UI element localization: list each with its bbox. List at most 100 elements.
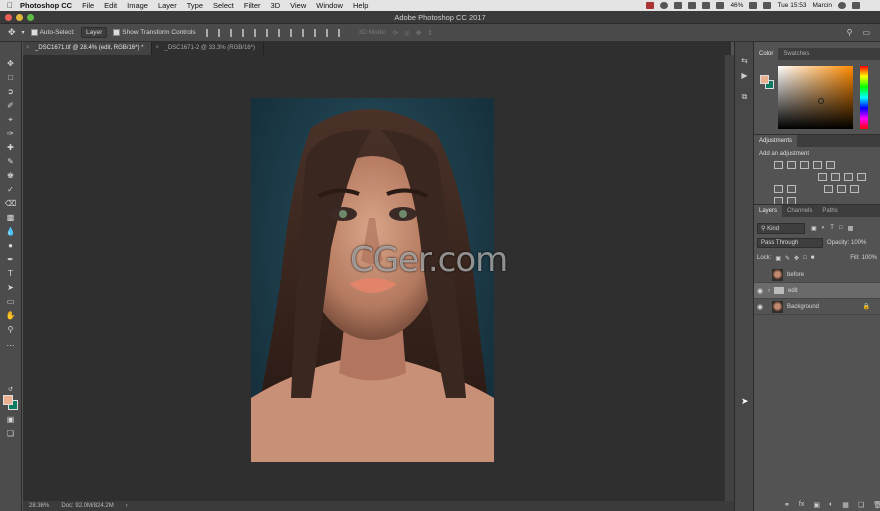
volume-icon[interactable] [716, 2, 725, 9]
path-selection-tool-icon[interactable]: ➤ [4, 282, 17, 293]
spotlight-icon[interactable] [838, 2, 846, 9]
mask-icon[interactable]: ▣ [813, 501, 820, 509]
3d-slide-icon[interactable]: ⇕ [427, 29, 432, 37]
healing-brush-tool-icon[interactable]: ✚ [4, 142, 17, 153]
filter-smart-icon[interactable]: ▩ [848, 225, 854, 232]
move-tool-icon[interactable]: ✥ [4, 58, 17, 69]
tab-swatches[interactable]: Swatches [778, 48, 814, 60]
trash-icon[interactable]: 🗑 [873, 501, 880, 509]
marquee-tool-icon[interactable]: □ [4, 72, 17, 83]
levels-icon[interactable] [787, 161, 796, 169]
align-hcenter-icon[interactable] [253, 28, 261, 37]
pen-tool-icon[interactable]: ✒ [4, 254, 17, 265]
fx-icon[interactable]: fx [799, 501, 804, 509]
battery-percent[interactable]: 46% [730, 2, 743, 9]
menu-layer[interactable]: Layer [158, 1, 177, 10]
record-icon[interactable] [646, 2, 655, 9]
eraser-tool-icon[interactable]: ⌫ [4, 198, 17, 209]
history-brush-tool-icon[interactable]: ✓ [4, 184, 17, 195]
tool-preset-icon[interactable]: ▾ [22, 29, 25, 36]
tab-paths[interactable]: Paths [817, 205, 842, 217]
menu-select[interactable]: Select [213, 1, 234, 10]
new-layer-icon[interactable]: ❏ [858, 501, 864, 509]
align-vcenter-icon[interactable] [217, 28, 225, 37]
eye-icon[interactable]: ◉ [754, 287, 766, 295]
tab-layers[interactable]: Layers [754, 205, 783, 217]
zoom-tool-icon[interactable]: ⚲ [4, 324, 17, 335]
distribute-hcenter-icon[interactable] [325, 28, 333, 37]
battery-icon[interactable] [749, 2, 758, 9]
foreground-color-swatch[interactable] [3, 395, 13, 405]
filter-adjustment-icon[interactable]: ◐ [822, 225, 826, 232]
hand-tool-icon[interactable]: ✋ [4, 310, 17, 321]
black-white-icon[interactable] [844, 173, 853, 181]
group-icon[interactable]: ▦ [842, 501, 849, 509]
canvas-scrollbar[interactable] [724, 55, 734, 501]
align-top-icon[interactable] [205, 28, 213, 37]
tab-adjustments[interactable]: Adjustments [754, 135, 798, 147]
gradient-tool-icon[interactable]: ▩ [4, 212, 17, 223]
properties-panel-icon[interactable]: ⧉ [739, 92, 750, 102]
auto-select-dropdown[interactable]: Layer [80, 27, 108, 38]
brightness-contrast-icon[interactable] [774, 161, 783, 169]
eyedropper-tool-icon[interactable]: ✑ [4, 128, 17, 139]
swap-colors-icon[interactable]: ↺ [4, 384, 17, 395]
adjustment-layer-icon[interactable]: ◐ [829, 501, 833, 509]
channel-mixer-icon[interactable] [774, 185, 783, 193]
menu-help[interactable]: Help [353, 1, 368, 10]
layer-name[interactable]: before [787, 272, 804, 278]
layer-row-edit[interactable]: ◉ › edit [754, 283, 880, 299]
search-icon[interactable]: ⚲ [847, 28, 853, 37]
invert-icon[interactable] [824, 185, 833, 193]
portrait-photo[interactable] [251, 98, 494, 462]
align-right-icon[interactable] [265, 28, 273, 37]
quick-selection-tool-icon[interactable]: ✐ [4, 100, 17, 111]
quick-mask-icon[interactable]: ▣ [4, 414, 17, 425]
lock-transparent-icon[interactable]: ▣ [775, 255, 781, 262]
dropbox-icon[interactable] [674, 2, 683, 9]
lock-pixels-icon[interactable]: ✎ [785, 255, 790, 262]
color-field[interactable] [778, 66, 853, 129]
brush-tool-icon[interactable]: ✎ [4, 156, 17, 167]
blur-tool-icon[interactable]: 💧 [4, 226, 17, 237]
layer-name[interactable]: Background [787, 304, 819, 310]
menu-window[interactable]: Window [316, 1, 343, 10]
clock[interactable]: Tue 15:53 [777, 2, 806, 9]
3d-drag-icon[interactable]: ✥ [416, 29, 421, 37]
clone-stamp-tool-icon[interactable]: ♚ [4, 170, 17, 181]
creative-cloud-icon[interactable] [660, 2, 669, 9]
distribute-vcenter-icon[interactable] [289, 28, 297, 37]
filter-type-icon[interactable]: T [830, 225, 834, 232]
vibrance-icon[interactable] [826, 161, 835, 169]
align-left-icon[interactable] [241, 28, 249, 37]
history-panel-icon[interactable]: ⇆ [739, 56, 750, 66]
3d-roll-icon[interactable]: ◎ [404, 29, 410, 37]
color-picker-cursor[interactable] [818, 98, 824, 104]
filter-shape-icon[interactable]: □ [839, 225, 843, 232]
distribute-left-icon[interactable] [313, 28, 321, 37]
flag-icon[interactable] [763, 2, 772, 9]
tab-dsc1671-2[interactable]: × _DSC1671-2 @ 33.3% (RGB/16*) [152, 42, 264, 55]
zoom-level[interactable]: 28.36% [29, 503, 49, 509]
layer-name[interactable]: edit [788, 288, 798, 294]
3d-orbit-icon[interactable]: ⟳ [393, 29, 398, 37]
hue-saturation-icon[interactable] [818, 173, 827, 181]
edit-toolbar-icon[interactable]: ⋯ [4, 340, 17, 351]
workspace-icon[interactable]: ▭ [862, 28, 870, 37]
distribute-right-icon[interactable] [337, 28, 345, 37]
tab-color[interactable]: Color [754, 48, 779, 60]
menu-filter[interactable]: Filter [244, 1, 261, 10]
show-transform-checkbox[interactable]: Show Transform Controls [113, 28, 196, 36]
color-lookup-icon[interactable] [787, 185, 796, 193]
tab-channels[interactable]: Channels [782, 205, 817, 217]
color-panel-foreground-swatch[interactable] [760, 75, 769, 84]
photo-filter-icon[interactable] [857, 173, 866, 181]
fill-value[interactable]: 100% [862, 255, 877, 261]
threshold-icon[interactable] [850, 185, 859, 193]
exposure-icon[interactable] [813, 161, 822, 169]
close-tab-icon[interactable]: × [26, 45, 30, 51]
lasso-tool-icon[interactable]: ➲ [4, 86, 17, 97]
layer-filter-dropdown[interactable]: ⚲ Kind [757, 222, 805, 234]
eye-icon[interactable]: ◉ [754, 303, 766, 311]
crop-tool-icon[interactable]: ⌖ [4, 114, 17, 125]
